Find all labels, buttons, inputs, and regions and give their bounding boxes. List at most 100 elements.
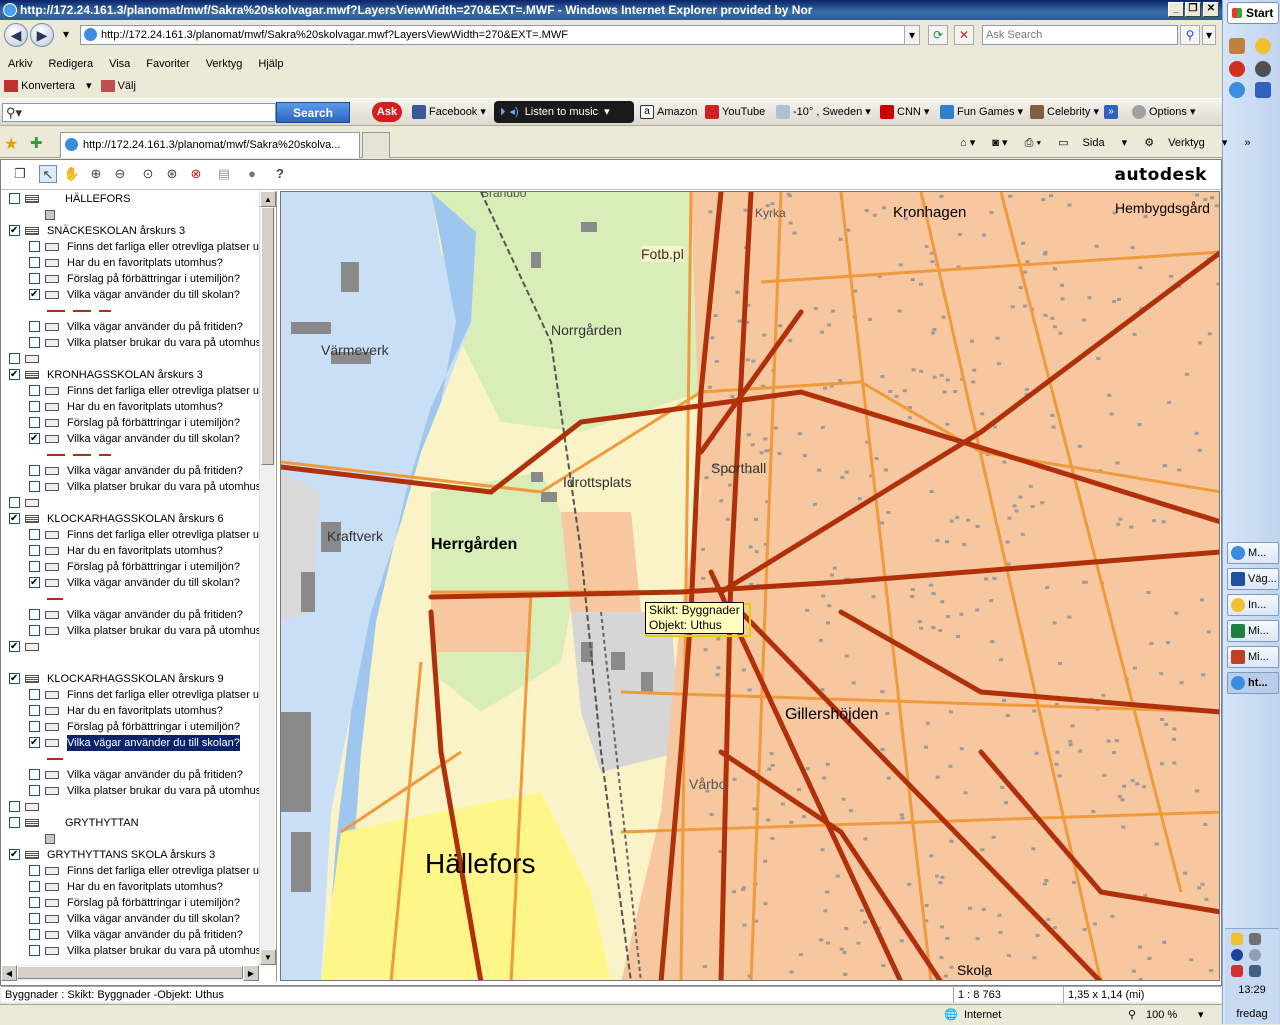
layer-label[interactable]: GRYTHYTTAN <box>65 815 139 831</box>
close-button[interactable]: ✕ <box>1203 2 1219 17</box>
layer-checkbox[interactable] <box>29 913 40 924</box>
menu-favoriter[interactable]: Favoriter <box>138 54 197 74</box>
layer-checkbox[interactable] <box>9 817 20 828</box>
layer-row[interactable]: HÄLLEFORS <box>1 191 259 207</box>
layer-checkbox[interactable] <box>29 609 40 620</box>
layer-label[interactable]: Vilka vägar använder du till skolan? <box>67 735 240 751</box>
h-scroll-thumb[interactable] <box>17 966 243 979</box>
layer-row[interactable]: Förslag på förbättringar i utemiljön? <box>1 895 259 911</box>
facebook-button[interactable]: Facebook ▾ <box>412 99 486 125</box>
layer-row[interactable]: Vilka vägar använder du till skolan? <box>1 575 259 591</box>
tray-vpn-icon[interactable] <box>1231 949 1243 961</box>
layer-row[interactable]: Förslag på förbättringar i utemiljön? <box>1 559 259 575</box>
new-tab-button[interactable] <box>362 132 390 158</box>
zoom-previous-icon[interactable]: ⊙ <box>139 165 157 183</box>
layer-checkbox[interactable] <box>9 497 20 508</box>
layer-row[interactable]: Vilka vägar använder du på fritiden? <box>1 319 259 335</box>
layer-label[interactable]: Förslag på förbättringar i utemiljön? <box>67 719 240 735</box>
search-go-icon[interactable]: ⚲ <box>1180 25 1200 45</box>
layer-row[interactable]: Vilka platser brukar du vara på utomhus? <box>1 783 259 799</box>
layer-checkbox[interactable] <box>29 385 40 396</box>
select-arrow-icon[interactable]: ↖ <box>39 165 57 183</box>
forward-button[interactable]: ▶ <box>30 23 54 47</box>
layer-label[interactable]: Har du en favoritplats utomhus? <box>67 879 223 895</box>
listen-dropdown-icon[interactable]: ▾ <box>604 106 610 118</box>
record-icon[interactable]: ● <box>243 165 261 183</box>
start-button[interactable]: Start <box>1227 2 1279 24</box>
layer-row[interactable]: Vilka vägar använder du till skolan? <box>1 287 259 303</box>
layer-row[interactable]: Vilka vägar använder du till skolan? <box>1 431 259 447</box>
fit-to-window-icon[interactable]: ⊛ <box>163 165 181 183</box>
layer-checkbox[interactable] <box>9 193 20 204</box>
task-inbox[interactable]: In... <box>1227 594 1279 616</box>
layers-vertical-scrollbar[interactable]: ▲ ▼ <box>259 191 275 965</box>
layer-row[interactable]: SNÄCKESKOLAN årskurs 3 <box>1 223 259 239</box>
layer-label[interactable]: Vilka platser brukar du vara på utomhus? <box>67 479 259 495</box>
layer-checkbox[interactable] <box>9 801 20 812</box>
layer-checkbox[interactable] <box>29 401 40 412</box>
layer-checkbox[interactable] <box>9 225 20 236</box>
layer-checkbox[interactable] <box>29 625 40 636</box>
layer-label[interactable]: Vilka vägar använder du på fritiden? <box>67 927 243 943</box>
layer-row[interactable]: KLOCKARHAGSSKOLAN årskurs 9 <box>1 671 259 687</box>
zoom-dropdown-icon[interactable]: ▾ <box>1198 1005 1204 1025</box>
task-ie-active[interactable]: ht... <box>1227 672 1279 694</box>
layer-row[interactable] <box>1 831 259 847</box>
layer-row[interactable] <box>1 639 259 655</box>
layer-checkbox[interactable] <box>29 721 40 732</box>
layer-checkbox[interactable] <box>29 273 40 284</box>
layer-label[interactable]: Förslag på förbättringar i utemiljön? <box>67 895 240 911</box>
task-word[interactable]: Väg... <box>1227 568 1279 590</box>
scroll-up-icon[interactable]: ▲ <box>260 191 276 207</box>
quicklaunch-smiley-icon[interactable] <box>1255 38 1271 54</box>
amazon-button[interactable]: aAmazon <box>640 99 697 125</box>
layer-label[interactable]: Vilka vägar använder du på fritiden? <box>67 463 243 479</box>
back-button[interactable]: ◀ <box>4 23 28 47</box>
layer-checkbox[interactable] <box>29 689 40 700</box>
task-excel[interactable]: Mi... <box>1227 620 1279 642</box>
layer-row[interactable] <box>1 207 259 223</box>
layer-row[interactable]: Förslag på förbättringar i utemiljön? <box>1 271 259 287</box>
layer-checkbox[interactable] <box>29 257 40 268</box>
layer-checkbox[interactable] <box>29 545 40 556</box>
feeds-icon[interactable]: ◙ ▾ <box>992 132 1007 154</box>
cnn-button[interactable]: CNN ▾ <box>880 99 929 125</box>
layer-row[interactable]: Vilka vägar använder du till skolan? <box>1 735 259 751</box>
layer-row[interactable]: GRYTHYTTANS SKOLA årskurs 3 <box>1 847 259 863</box>
layer-row[interactable]: KRONHAGSSKOLAN årskurs 3 <box>1 367 259 383</box>
history-dropdown-icon[interactable]: ▾ <box>58 25 74 45</box>
fungames-button[interactable]: Fun Games ▾ <box>940 99 1023 125</box>
layer-row[interactable]: Förslag på förbättringar i utemiljön? <box>1 719 259 735</box>
layer-label[interactable]: Vilka platser brukar du vara på utomhus? <box>67 783 259 799</box>
layer-label[interactable]: KLOCKARHAGSSKOLAN årskurs 9 <box>47 671 224 687</box>
layer-row[interactable] <box>1 591 259 607</box>
layer-label[interactable]: KRONHAGSSKOLAN årskurs 3 <box>47 367 203 383</box>
layer-label[interactable]: Har du en favoritplats utomhus? <box>67 543 223 559</box>
map-canvas[interactable]: Kronhagen Hembygdsgård Kyrka Brandbo Fot… <box>280 191 1220 981</box>
select-button[interactable]: Välj <box>118 80 136 92</box>
help-icon[interactable]: ? <box>271 165 289 183</box>
tray-volume-icon[interactable] <box>1249 949 1261 961</box>
layer-checkbox[interactable] <box>29 897 40 908</box>
toolbar-overflow-icon[interactable]: » <box>1244 132 1250 154</box>
celebrity-button[interactable]: Celebrity ▾ <box>1030 99 1099 125</box>
layer-row[interactable]: Vilka vägar använder du på fritiden? <box>1 927 259 943</box>
layer-label[interactable]: Finns det farliga eller otrevliga platse… <box>67 687 259 703</box>
layer-row[interactable]: Finns det farliga eller otrevliga platse… <box>1 687 259 703</box>
convert-dropdown-icon[interactable]: ▾ <box>86 80 92 92</box>
zoom-level[interactable]: 100 % <box>1146 1005 1177 1025</box>
layer-row[interactable] <box>1 303 259 319</box>
add-favorite-icon[interactable]: ✚ <box>30 134 43 152</box>
layer-label[interactable]: Vilka vägar använder du till skolan? <box>67 431 240 447</box>
toolbar-search-button[interactable]: Search <box>276 102 350 123</box>
menu-arkiv[interactable]: Arkiv <box>0 54 40 74</box>
youtube-button[interactable]: YouTube <box>705 99 765 125</box>
layer-checkbox[interactable] <box>9 369 20 380</box>
layer-row[interactable]: Har du en favoritplats utomhus? <box>1 543 259 559</box>
task-powerpoint[interactable]: Mi... <box>1227 646 1279 668</box>
layer-label[interactable]: Vilka vägar använder du till skolan? <box>67 911 240 927</box>
menu-visa[interactable]: Visa <box>101 54 138 74</box>
layer-checkbox[interactable] <box>29 433 40 444</box>
layer-checkbox[interactable] <box>29 561 40 572</box>
quicklaunch-media-icon[interactable] <box>1229 61 1245 77</box>
